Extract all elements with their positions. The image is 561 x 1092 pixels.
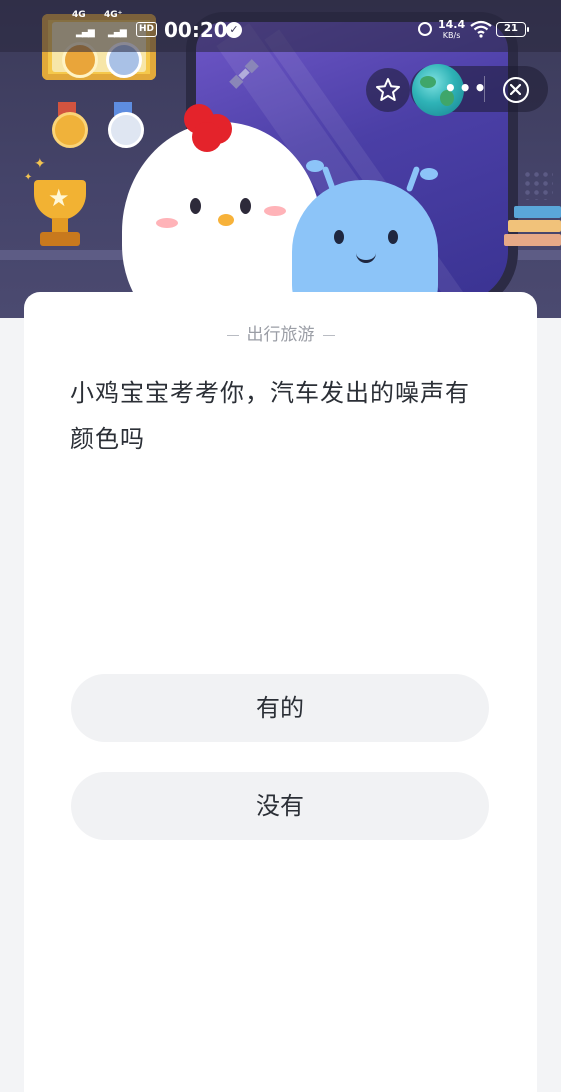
gold-medal-icon xyxy=(52,112,88,148)
question-text: 小鸡宝宝考考你，汽车发出的噪声有颜色吗 xyxy=(70,379,470,453)
silver-medal-icon xyxy=(108,112,144,148)
close-button[interactable] xyxy=(503,77,529,103)
book xyxy=(514,206,561,218)
sparkle-icon: ✦ xyxy=(34,156,46,172)
question-card: 出行旅游 小鸡宝宝考考你，汽车发出的噪声有颜色吗 有的 没有 xyxy=(24,292,537,1092)
satellite-icon xyxy=(229,59,259,89)
book xyxy=(504,234,561,246)
network-speed: 14.4 KB/s xyxy=(438,18,466,40)
close-icon xyxy=(510,84,521,95)
trophy-star-icon: ★ xyxy=(48,184,70,212)
hd-icon: HD xyxy=(136,22,158,37)
clock: 00:20 xyxy=(164,18,228,42)
more-button[interactable]: ••• xyxy=(444,78,488,98)
alarm-icon xyxy=(418,22,432,36)
network-type-2: 4G⁺ xyxy=(104,10,123,20)
answer-option-yes[interactable]: 有的 xyxy=(71,674,489,742)
answer-option-no[interactable]: 没有 xyxy=(71,772,489,840)
battery-icon: 21 xyxy=(496,22,529,37)
verified-check-icon: ✓ xyxy=(226,22,242,38)
signal-icon: ▂▄▆ xyxy=(76,28,95,38)
divider xyxy=(484,76,485,102)
star-icon xyxy=(376,78,400,101)
network-type-1: 4G xyxy=(72,10,86,20)
signal-icon: ▂▄▆ xyxy=(108,28,127,38)
category-label: 出行旅游 xyxy=(24,320,537,345)
wifi-icon xyxy=(470,20,492,38)
sparkle-icon: ✦ xyxy=(24,172,33,183)
book xyxy=(508,220,561,232)
status-bar: 4G ▂▄▆ 4G⁺ ▂▄▆ HD 00:20 ✓ 14.4 KB/s 21 xyxy=(0,0,561,52)
favorite-button[interactable] xyxy=(366,68,410,112)
decorative-dots xyxy=(523,170,553,200)
